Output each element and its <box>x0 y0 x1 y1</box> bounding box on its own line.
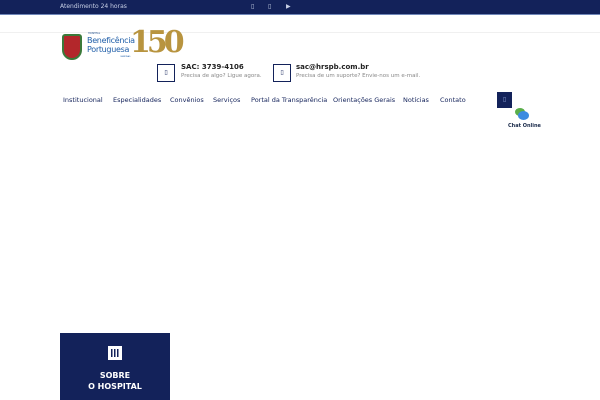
sac-phone-subtitle: Precisa de algo? Ligue agora. <box>181 73 262 79</box>
chat-icon[interactable] <box>515 108 529 121</box>
attendance-text: Atendimento 24 horas <box>60 3 127 10</box>
nav-servicos[interactable]: Serviços <box>213 96 240 104</box>
mail-icon: ▯ <box>273 64 291 82</box>
nav-contato[interactable]: Contato <box>440 96 466 104</box>
hospital-icon <box>108 346 122 360</box>
crest-icon <box>62 34 82 60</box>
search-button[interactable]: ▯ <box>497 92 512 108</box>
nav-portal-transparencia[interactable]: Portal da Transparência <box>251 96 327 104</box>
nav-noticias[interactable]: Notícias <box>403 96 429 104</box>
about-hospital-label: SOBRE O HOSPITAL <box>88 371 142 391</box>
logo-name: Beneficência Portuguesa <box>87 36 135 54</box>
anniversary-logo: 150 <box>130 25 185 60</box>
instagram-icon[interactable]: ▯ <box>268 3 271 10</box>
sac-phone[interactable]: SAC: 3739-4106 <box>181 63 244 71</box>
sac-email-subtitle: Precisa de um suporte? Envie-nos um e-ma… <box>296 73 421 79</box>
nav-convenios[interactable]: Convênios <box>170 96 204 104</box>
youtube-icon[interactable]: ▶ <box>286 3 291 10</box>
logo-small: HOSPITAL <box>88 32 101 35</box>
nav-institucional[interactable]: Institucional <box>63 96 103 104</box>
about-hospital-card[interactable]: SOBRE O HOSPITAL <box>60 333 170 400</box>
logo-city: CAMPINAS <box>120 56 131 58</box>
chat-online-label[interactable]: Chat Online <box>508 123 541 129</box>
nav-especialidades[interactable]: Especialidades <box>113 96 161 104</box>
sac-email[interactable]: sac@hrspb.com.br <box>296 63 369 71</box>
search-icon: ▯ <box>502 96 507 103</box>
top-bar: Atendimento 24 horas ▯ ▯ ▶ <box>0 0 600 15</box>
nav-orientacoes-gerais[interactable]: Orientações Gerais <box>333 96 395 104</box>
facebook-icon[interactable]: ▯ <box>251 3 254 10</box>
phone-icon: ▯ <box>157 64 175 82</box>
